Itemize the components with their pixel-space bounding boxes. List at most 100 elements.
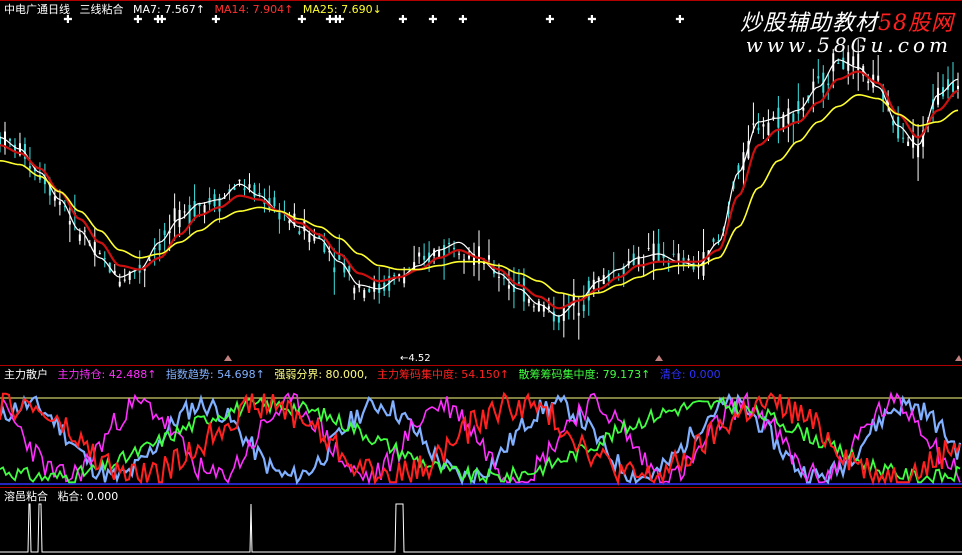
candle xyxy=(682,250,685,271)
candle xyxy=(378,266,381,304)
candle xyxy=(577,297,580,340)
candle xyxy=(787,98,790,143)
candle xyxy=(118,273,121,288)
candle xyxy=(907,136,910,147)
strong-weak-readout: 强弱分界: 80.000, xyxy=(274,368,368,381)
candle xyxy=(512,267,515,309)
candle xyxy=(537,298,540,313)
candle xyxy=(757,113,760,134)
signal-star-icon: ✚ xyxy=(428,13,437,26)
price-header: 中电广通日线 三线粘合 MA7: 7.567↑ MA14: 7.904↑ MA2… xyxy=(4,3,388,16)
candle xyxy=(532,303,535,312)
stick-signal-line xyxy=(0,503,962,553)
candle xyxy=(193,184,196,221)
candle xyxy=(937,72,940,108)
candle xyxy=(517,268,520,285)
candle xyxy=(278,203,281,234)
bottom-chart[interactable] xyxy=(0,488,962,555)
candle xyxy=(383,275,386,296)
candle xyxy=(612,252,615,279)
candle xyxy=(562,293,565,338)
candle xyxy=(353,285,356,300)
candle xyxy=(917,124,920,181)
candle xyxy=(792,111,795,145)
signal-star-icon: ✚ xyxy=(398,13,407,26)
candlesticks xyxy=(0,39,959,340)
candle xyxy=(188,196,191,235)
candle xyxy=(98,250,101,255)
candle xyxy=(463,253,466,274)
candle xyxy=(458,250,461,260)
candle xyxy=(822,65,825,109)
candle xyxy=(942,74,945,100)
candle xyxy=(827,72,830,100)
candle xyxy=(133,270,136,279)
candle xyxy=(542,301,545,317)
candle xyxy=(58,189,61,216)
candle xyxy=(68,205,71,243)
signal-star-icon: ✚ xyxy=(587,13,596,26)
signal-star-icon: ✚ xyxy=(545,13,554,26)
candle xyxy=(238,179,241,187)
candle xyxy=(647,233,650,251)
candle xyxy=(872,59,875,93)
candle xyxy=(762,117,765,139)
signal-star-icon: ✚ xyxy=(458,13,467,26)
ma7-readout: MA7: 7.567↑ xyxy=(133,3,205,16)
candle xyxy=(208,187,211,212)
watermark-url: www.58Gu.com xyxy=(745,33,952,57)
candle xyxy=(952,62,955,97)
candle xyxy=(557,314,560,331)
indicator-name: 三线粘合 xyxy=(79,3,124,16)
candle xyxy=(632,245,635,266)
candle xyxy=(602,268,605,285)
candle xyxy=(478,230,480,281)
main-hold-readout: 主力持仓: 42.488↑ xyxy=(57,368,157,381)
indicator-header: 主力散户 主力持仓: 42.488↑ 指数趋势: 54.698↑ 强弱分界: 8… xyxy=(4,368,727,381)
candle xyxy=(947,66,950,99)
signal-star-icon: ✚ xyxy=(675,13,684,26)
candle xyxy=(363,288,366,302)
index-trend-readout: 指数趋势: 54.698↑ xyxy=(165,368,265,381)
candle xyxy=(333,248,336,295)
bottom-panel[interactable]: 溶邑粘合 粘合: 0.000 xyxy=(0,487,962,554)
candle xyxy=(268,185,271,213)
volume-separator-markers xyxy=(224,355,962,361)
candle xyxy=(487,239,490,264)
indicator-panel[interactable]: 主力散户 主力持仓: 42.488↑ 指数趋势: 54.698↑ 强弱分界: 8… xyxy=(0,365,962,487)
candle xyxy=(138,250,141,284)
candle xyxy=(53,190,56,207)
candle xyxy=(627,248,630,269)
candle xyxy=(877,55,880,83)
main-chip-readout: 主力筹码集中度: 54.150↑ xyxy=(377,368,509,381)
candle xyxy=(692,256,695,273)
candle xyxy=(418,246,421,264)
candle xyxy=(777,95,780,144)
candle xyxy=(358,280,361,293)
candle xyxy=(443,239,446,280)
price-panel[interactable]: ✚ ✚ ✚ ✚ ✚ ✚ ✚ ✚ ✚ ✚ ✚ ✚ ✚ ✚ ✚ 中电广通日线 三线粘合 MA7: 7.567↑ … xyxy=(0,0,962,365)
bottom-header: 溶邑粘合 粘合: 0.000 xyxy=(4,490,124,503)
candle xyxy=(817,59,820,84)
retail-chip-readout: 散筹筹码集中度: 79.173↑ xyxy=(518,368,651,381)
candle xyxy=(143,267,146,288)
candle xyxy=(677,243,680,275)
candle xyxy=(93,227,96,267)
candle xyxy=(497,263,500,292)
candle xyxy=(103,251,106,268)
candle xyxy=(797,83,800,125)
candle xyxy=(572,278,575,320)
candle xyxy=(657,228,660,263)
bottom-value: 粘合: 0.000 xyxy=(57,490,119,503)
candle xyxy=(582,285,585,318)
indicator-title: 主力散户 xyxy=(4,368,48,381)
ma25-readout: MA25: 7.690↓ xyxy=(302,3,382,16)
indicator-chart[interactable] xyxy=(0,366,962,488)
candle xyxy=(957,72,959,99)
candle xyxy=(243,179,246,197)
bottom-title: 溶邑粘合 xyxy=(4,490,48,503)
candle xyxy=(473,242,476,277)
low-price-label: ←4.52 xyxy=(400,353,431,364)
cleanup-readout: 清仓: 0.000 xyxy=(659,368,721,381)
candle xyxy=(438,246,441,258)
